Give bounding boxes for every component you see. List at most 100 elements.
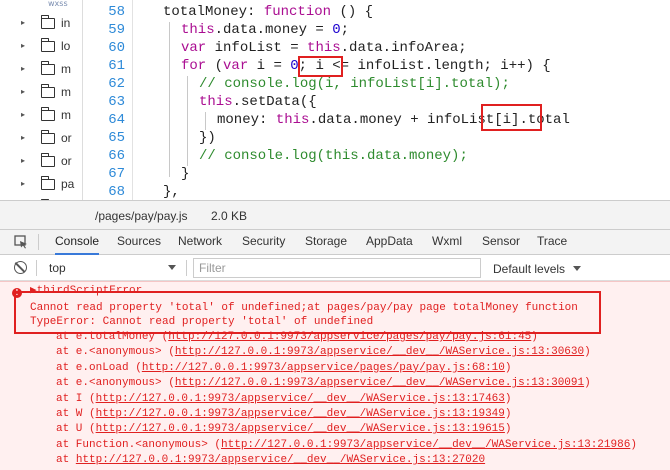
- code-editor[interactable]: 58 59 60 61 62 63 64 65 66 67 68 totalMoney: funct…: [83, 0, 670, 200]
- clear-console-icon[interactable]: [14, 261, 27, 274]
- indent-guide: [205, 112, 206, 130]
- line-number: 60: [108, 40, 125, 56]
- stack-trace-line: at e.onLoad (http://127.0.0.1:9973/appse…: [56, 361, 512, 374]
- code-line[interactable]: for (var i = 0; i <= infoList.length; i+…: [181, 57, 551, 75]
- editor-status-bar: /pages/pay/pay.js 2.0 KB: [0, 200, 670, 230]
- highlight-box-total: [481, 104, 542, 131]
- tree-folder-label: m: [61, 85, 71, 99]
- code-line[interactable]: },: [163, 183, 180, 200]
- file-size: 2.0 KB: [211, 209, 248, 223]
- line-number: 61: [108, 58, 125, 74]
- tree-folder-item[interactable]: ▸ lo: [0, 35, 82, 57]
- tab-console[interactable]: Console: [55, 230, 100, 255]
- inspect-element-icon[interactable]: [14, 235, 28, 249]
- stack-trace-line: at U (http://127.0.0.1:9973/appservice/_…: [56, 423, 512, 436]
- tab-network[interactable]: Network: [178, 230, 222, 255]
- folder-icon: [41, 37, 55, 52]
- chevron-right-icon[interactable]: ▸: [21, 104, 29, 126]
- chevron-right-icon[interactable]: ▸: [21, 35, 29, 57]
- tab-sensor[interactable]: Sensor: [482, 230, 520, 255]
- tree-folder-item[interactable]: ▸ m: [0, 81, 82, 103]
- code-line[interactable]: }): [199, 129, 216, 147]
- folder-icon: [41, 14, 55, 29]
- log-levels-dropdown[interactable]: Default levels: [493, 262, 565, 276]
- line-number: 65: [108, 130, 125, 146]
- stack-trace-link[interactable]: http://127.0.0.1:9973/appservice/__dev__…: [96, 423, 505, 435]
- tab-trace[interactable]: Trace: [537, 230, 567, 255]
- line-number-gutter: 58 59 60 61 62 63 64 65 66 67 68: [83, 0, 133, 200]
- tab-appdata[interactable]: AppData: [366, 230, 413, 255]
- tree-folder-label: or: [61, 131, 72, 145]
- tab-security[interactable]: Security: [242, 230, 285, 255]
- stack-trace-line: at e.<anonymous> (http://127.0.0.1:9973/…: [56, 377, 591, 390]
- console-filter-bar: top Default levels: [0, 255, 670, 281]
- stack-trace-line: at W (http://127.0.0.1:9973/appservice/_…: [56, 408, 512, 420]
- chevron-down-icon: [168, 265, 176, 270]
- chevron-down-icon: [573, 266, 581, 271]
- folder-icon: [41, 152, 55, 167]
- code-line[interactable]: totalMoney: function () {: [163, 3, 373, 21]
- line-number: 59: [108, 22, 125, 38]
- highlight-box-condition: [298, 56, 343, 77]
- tree-folder-label: or: [61, 154, 72, 168]
- tree-folder-item[interactable]: ▸ or: [0, 150, 82, 172]
- tree-folder-label: lo: [61, 39, 71, 53]
- line-number: 63: [108, 94, 125, 110]
- tree-folder-label: m: [61, 62, 71, 76]
- tab-sources[interactable]: Sources: [117, 230, 161, 255]
- filter-divider: [186, 260, 187, 276]
- folder-icon: [41, 106, 55, 121]
- stack-trace-line: at e.<anonymous> (http://127.0.0.1:9973/…: [56, 346, 591, 359]
- chevron-right-icon[interactable]: ▸: [21, 173, 29, 195]
- stack-trace-line: at http://127.0.0.1:9973/appservice/__de…: [56, 454, 486, 467]
- code-line[interactable]: }: [181, 165, 189, 183]
- context-value: top: [49, 261, 66, 275]
- line-number: 66: [108, 148, 125, 164]
- folder-icon: [41, 175, 55, 190]
- indent-guide: [169, 22, 170, 177]
- stack-trace-link[interactable]: http://127.0.0.1:9973/appservice/__dev__…: [175, 377, 584, 389]
- filter-divider: [36, 260, 37, 276]
- indent-guide: [187, 76, 188, 166]
- tree-folder-item[interactable]: ▸ m: [0, 104, 82, 126]
- error-highlight-box: [14, 291, 601, 334]
- stack-trace-link[interactable]: http://127.0.0.1:9973/appservice/__dev__…: [221, 439, 630, 451]
- tab-storage[interactable]: Storage: [305, 230, 347, 255]
- stack-trace-link[interactable]: http://127.0.0.1:9973/appservice/pages/p…: [142, 362, 505, 374]
- code-line[interactable]: // console.log(this.data.money);: [199, 147, 468, 165]
- folder-icon: [41, 83, 55, 98]
- chevron-right-icon[interactable]: ▸: [21, 127, 29, 149]
- line-number: 58: [108, 4, 125, 20]
- tree-folder-item[interactable]: ▸ or: [0, 127, 82, 149]
- stack-trace-link[interactable]: http://127.0.0.1:9973/appservice/__dev__…: [96, 408, 505, 420]
- code-line[interactable]: this.data.money = 0;: [181, 21, 349, 39]
- stack-trace-link[interactable]: http://127.0.0.1:9973/appservice/__dev__…: [175, 346, 584, 358]
- stack-trace-link[interactable]: http://127.0.0.1:9973/appservice/__dev__…: [76, 454, 485, 466]
- code-line[interactable]: this.setData({: [199, 93, 317, 111]
- context-selector[interactable]: top: [40, 258, 183, 278]
- line-number: 62: [108, 76, 125, 92]
- chevron-right-icon[interactable]: ▸: [21, 12, 29, 34]
- tree-folder-label: in: [61, 16, 71, 30]
- line-number: 67: [108, 166, 125, 182]
- filter-input[interactable]: [193, 258, 481, 278]
- tree-folder-item[interactable]: ▸ pa: [0, 173, 82, 195]
- code-line[interactable]: var infoList = this.data.infoArea;: [181, 39, 467, 57]
- file-tree: wxss ▸in▸lo▸m▸m▸m▸or▸or▸pa▸sh: [0, 0, 83, 230]
- tree-folder-item[interactable]: ▸ in: [0, 12, 82, 34]
- console-output: ! ▶thirdScriptError Cannot read property…: [0, 281, 670, 470]
- stack-trace-link[interactable]: http://127.0.0.1:9973/appservice/__dev__…: [96, 393, 505, 405]
- stack-trace-link[interactable]: http://127.0.0.1:9973/appservice/pages/p…: [168, 331, 531, 343]
- code-line[interactable]: // console.log(i, infoList[i].total);: [199, 75, 510, 93]
- devtools-tab-bar: Console Sources Network Security Storage AppD…: [0, 230, 670, 255]
- chevron-right-icon[interactable]: ▸: [21, 58, 29, 80]
- stack-trace-line: at e.totalMoney (http://127.0.0.1:9973/a…: [56, 331, 538, 343]
- chevron-right-icon[interactable]: ▸: [21, 81, 29, 103]
- line-number: 64: [108, 112, 125, 128]
- folder-icon: [41, 60, 55, 75]
- tab-divider: [38, 234, 39, 250]
- chevron-right-icon[interactable]: ▸: [21, 150, 29, 172]
- tree-folder-item[interactable]: ▸ m: [0, 58, 82, 80]
- tree-folder-label: pa: [61, 177, 75, 191]
- tab-wxml[interactable]: Wxml: [432, 230, 462, 255]
